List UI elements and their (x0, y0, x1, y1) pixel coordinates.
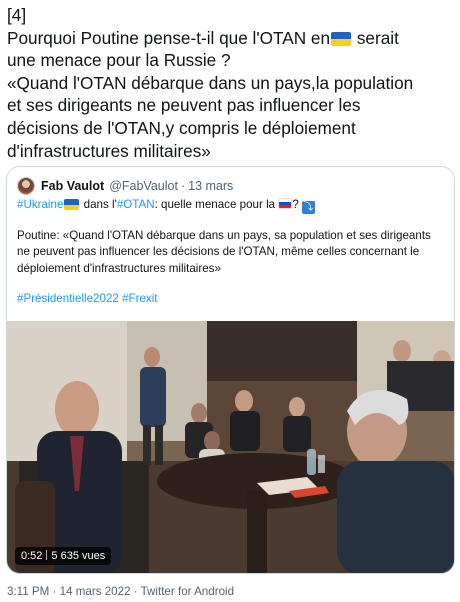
avatar[interactable] (17, 177, 35, 195)
russia-flag-icon (278, 198, 293, 209)
author-name[interactable]: Fab Vaulot (41, 179, 104, 193)
tweet-line: Pourquoi Poutine pense-t-il que l'OTAN e… (7, 27, 399, 48)
video-player[interactable]: 0:52 5 635 vues (7, 321, 454, 573)
quoted-line: ne peuvent pas influencer les décisions … (17, 245, 420, 259)
ukraine-flag-icon (331, 31, 352, 46)
hashtag-link[interactable]: #Frexit (122, 292, 157, 305)
author-handle[interactable]: @FabVaulot (109, 179, 178, 193)
tweet-line: décisions de l'OTAN,y compris le déploie… (7, 117, 356, 138)
quoted-line: Poutine: «Quand l'OTAN débarque dans un … (17, 229, 431, 242)
quoted-line: #Ukraine dans l'#OTAN: quelle menace pou… (17, 198, 315, 214)
quoted-tweet-body: #Ukraine dans l'#OTAN: quelle menace pou… (17, 197, 445, 308)
tweet-line: une menace pour la Russie ? (7, 50, 231, 71)
video-duration: 0:52 (21, 550, 43, 562)
tweet-text: [4] Pourquoi Poutine pense-t-il que l'OT… (7, 4, 455, 162)
quoted-line: #Présidentielle2022 #Frexit (17, 291, 445, 307)
tweet-date[interactable]: 13 mars (188, 179, 233, 193)
video-view-count: 5 635 vues (51, 550, 106, 562)
quoted-tweet-header: Fab Vaulot @FabVaulot · 13 mars (17, 177, 233, 195)
separator: · (180, 179, 186, 193)
quoted-line: déploiement d'infrastructures militaires… (17, 261, 221, 275)
tweet-line: d'infrastructures militaires» (7, 140, 211, 161)
ukraine-flag-icon (64, 199, 80, 210)
hashtag-link[interactable]: #Ukraine (17, 198, 63, 211)
video-thumbnail (7, 321, 454, 573)
tweet-line: «Quand l'OTAN débarque dans un pays,la p… (7, 72, 414, 93)
hashtag-link[interactable]: #Présidentielle2022 (17, 292, 119, 305)
quoted-tweet-card[interactable]: Fab Vaulot @FabVaulot · 13 mars #Ukraine… (6, 166, 455, 574)
video-stats-badge: 0:52 5 635 vues (15, 547, 112, 565)
hashtag-link[interactable]: #OTAN (117, 198, 155, 211)
arrow-down-icon: ⤵ (301, 201, 315, 214)
tweet-metadata[interactable]: 3:11 PM · 14 mars 2022 · Twitter for And… (7, 585, 234, 598)
tweet-line: et ses dirigeants ne peuvent pas influen… (7, 95, 361, 116)
tweet-line: [4] (7, 5, 27, 25)
